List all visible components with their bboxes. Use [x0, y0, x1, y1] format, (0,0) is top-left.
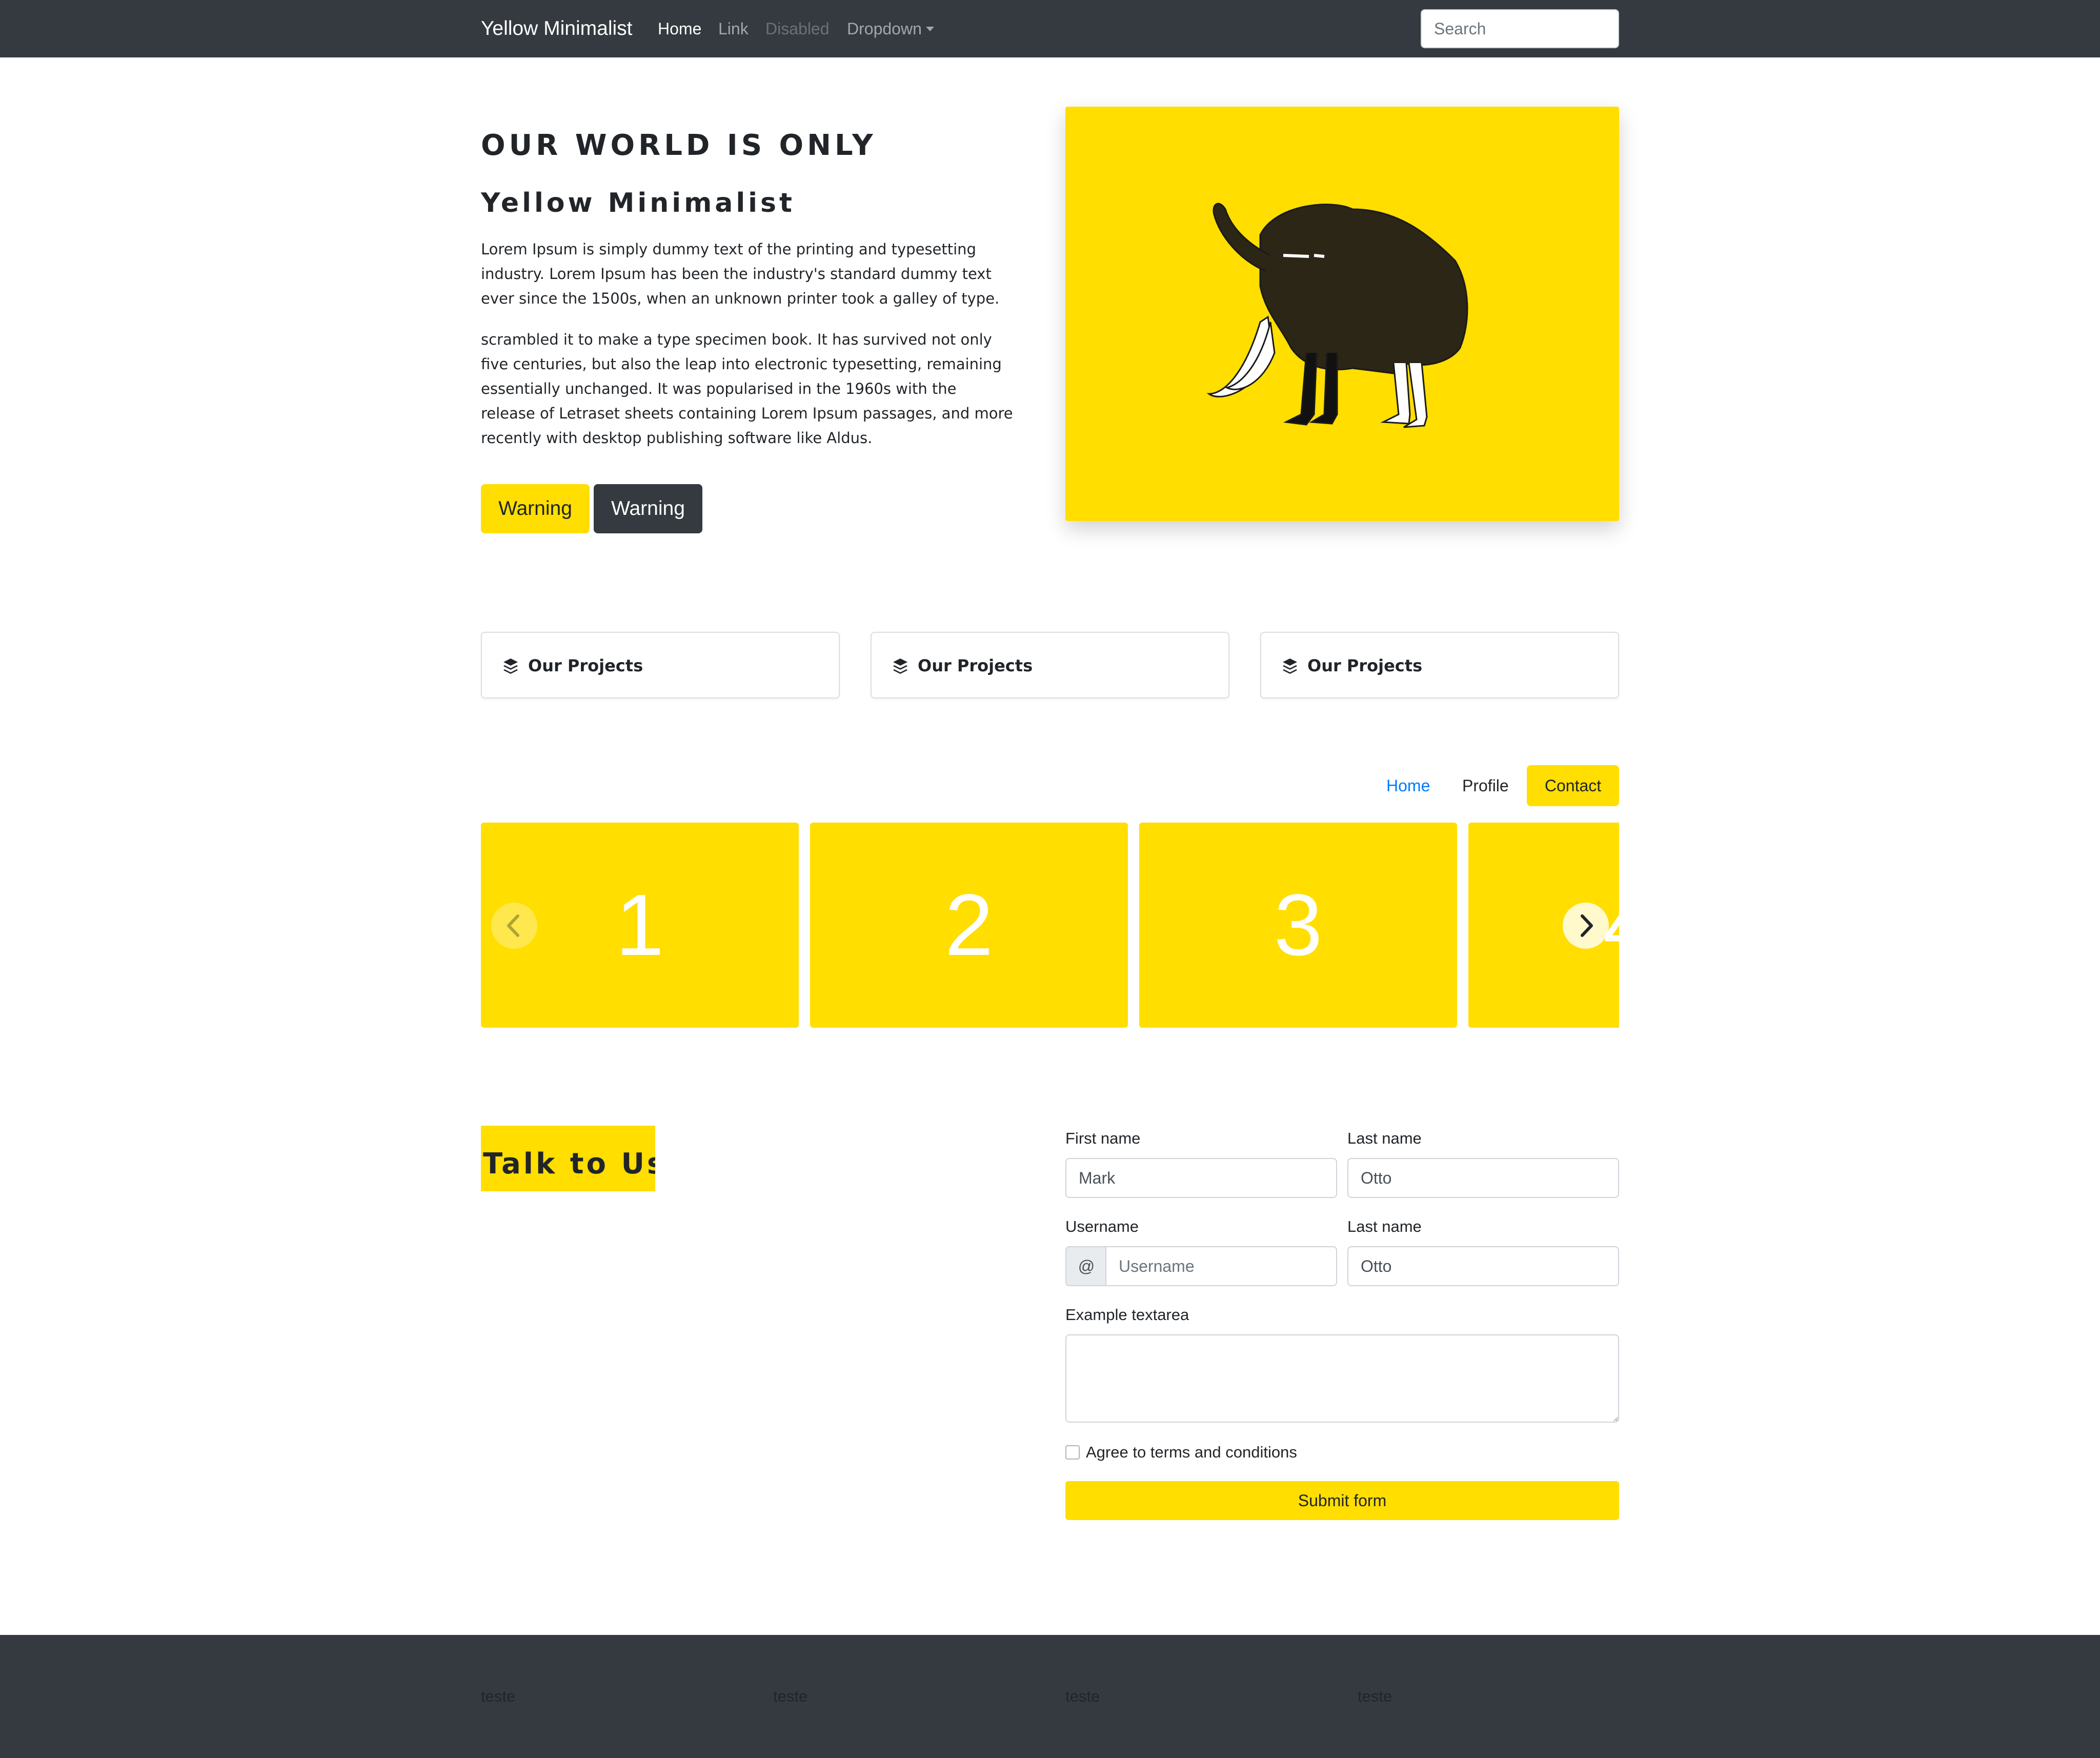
- first-name-input[interactable]: [1065, 1158, 1337, 1198]
- hero-paragraph-1: Lorem Ipsum is simply dummy text of the …: [481, 241, 1000, 307]
- footer-item-3: teste: [1065, 1687, 1100, 1705]
- pill-profile[interactable]: Profile: [1445, 765, 1526, 806]
- carousel: 1 2 3 4: [481, 823, 1619, 1028]
- footer-item-4: teste: [1358, 1687, 1392, 1705]
- talk-to-us-heading: Talk to Us: [481, 1126, 655, 1191]
- username-prefix: @: [1065, 1246, 1106, 1286]
- caret-down-icon: [925, 27, 934, 31]
- dark-warning-button[interactable]: Warning: [594, 484, 702, 533]
- agree-checkbox[interactable]: [1065, 1445, 1080, 1460]
- project-card-1[interactable]: Our Projects: [481, 632, 840, 698]
- first-name-label: First name: [1065, 1129, 1141, 1147]
- footer-item-2: teste: [773, 1687, 808, 1705]
- hero-paragraph-2: scrambled it to make a type specimen boo…: [481, 331, 1013, 447]
- warning-button[interactable]: Warning: [481, 484, 590, 533]
- nav-dropdown-label: Dropdown: [847, 19, 922, 38]
- last-name-2-label: Last name: [1347, 1217, 1422, 1235]
- carousel-slide-3[interactable]: 3: [1139, 823, 1457, 1028]
- submit-form-button[interactable]: Submit form: [1065, 1481, 1619, 1520]
- nav-link[interactable]: Link: [718, 18, 749, 39]
- chevron-right-icon: [1581, 914, 1593, 937]
- last-name-2-input[interactable]: [1347, 1246, 1619, 1286]
- pill-contact[interactable]: Contact: [1527, 765, 1619, 806]
- nav-home[interactable]: Home: [658, 18, 701, 39]
- project-card-2[interactable]: Our Projects: [871, 632, 1229, 698]
- nav-dropdown[interactable]: Dropdown: [847, 18, 934, 39]
- last-name-input[interactable]: [1347, 1158, 1619, 1198]
- hero-image: [1065, 107, 1619, 521]
- project-card-3[interactable]: Our Projects: [1260, 632, 1619, 698]
- card-label: Our Projects: [1307, 656, 1423, 675]
- username-input[interactable]: [1105, 1246, 1337, 1286]
- layers-icon: [893, 658, 907, 674]
- carousel-prev-button[interactable]: [491, 903, 537, 949]
- footer-item-1: teste: [481, 1687, 516, 1705]
- chevron-left-icon: [507, 914, 519, 937]
- navbar: Yellow Minimalist Home Link Disabled Dro…: [0, 0, 2100, 57]
- card-label: Our Projects: [918, 656, 1033, 675]
- agree-label[interactable]: Agree to terms and conditions: [1086, 1442, 1297, 1463]
- footer: [0, 1635, 2100, 1758]
- card-label: Our Projects: [528, 656, 643, 675]
- nav-disabled: Disabled: [765, 19, 830, 38]
- carousel-slide-2[interactable]: 2: [810, 823, 1128, 1028]
- layers-icon: [1283, 658, 1297, 674]
- layers-icon: [503, 658, 518, 674]
- search-input[interactable]: [1421, 9, 1619, 48]
- slide-number: 3: [1274, 876, 1323, 974]
- carousel-next-button[interactable]: [1563, 903, 1609, 949]
- slide-number: 2: [944, 876, 994, 974]
- hero-title: OUR WORLD IS ONLY: [481, 129, 877, 162]
- mammoth-icon: [1206, 203, 1468, 428]
- example-textarea[interactable]: [1065, 1334, 1619, 1423]
- hero-subtitle: Yellow Minimalist: [481, 188, 795, 218]
- textarea-label: Example textarea: [1065, 1306, 1189, 1324]
- last-name-label: Last name: [1347, 1129, 1422, 1147]
- username-label: Username: [1065, 1217, 1139, 1235]
- navbar-brand[interactable]: Yellow Minimalist: [481, 16, 633, 42]
- pill-home[interactable]: Home: [1369, 765, 1447, 806]
